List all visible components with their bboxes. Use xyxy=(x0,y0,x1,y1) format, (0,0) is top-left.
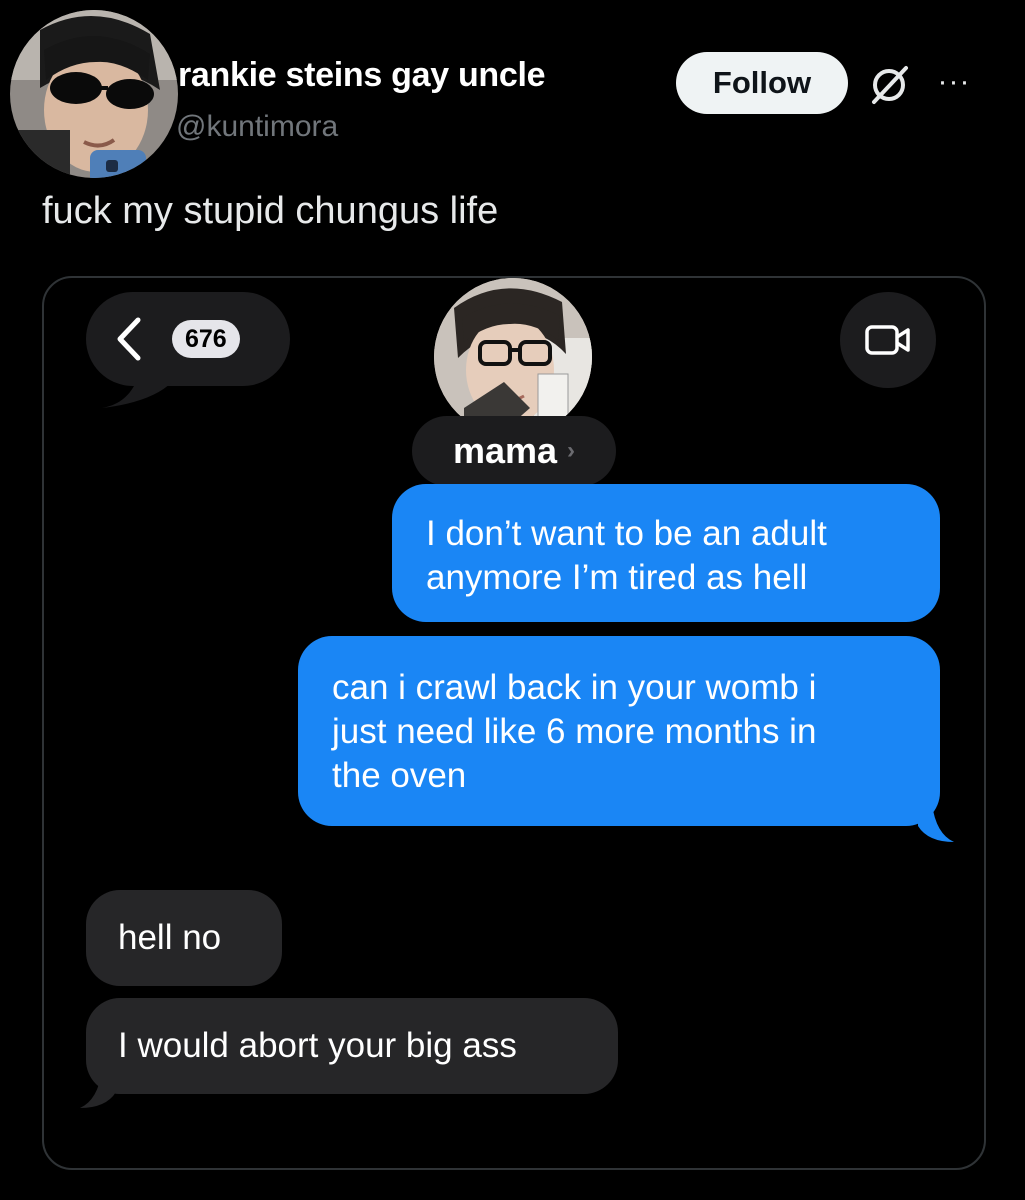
message-line: can i crawl back in your womb i xyxy=(332,668,817,707)
author-avatar[interactable] xyxy=(10,10,178,178)
contact-name: mama xyxy=(452,430,558,471)
grok-icon[interactable] xyxy=(868,62,912,106)
author-handle[interactable]: @kuntimora xyxy=(176,110,338,144)
message-bubble-sent[interactable]: can i crawl back in your womb i just nee… xyxy=(298,636,940,826)
author-avatar-image xyxy=(10,10,178,178)
unread-count-badge: 676 xyxy=(172,320,240,358)
message-bubble-received[interactable]: I would abort your big ass xyxy=(86,998,618,1094)
tweet-media-image[interactable]: 676 mama › I don’t want to be an adult a… xyxy=(42,276,986,1170)
contact-avatar-image xyxy=(434,278,592,436)
message-bubble-received[interactable]: hell no xyxy=(86,890,282,986)
message-line: anymore I’m tired as hell xyxy=(426,558,808,597)
bubble-tail xyxy=(102,382,172,408)
chevron-right-icon: › xyxy=(567,437,576,464)
message-line: I don’t want to be an adult xyxy=(426,514,827,553)
follow-button[interactable]: Follow xyxy=(676,52,848,114)
tweet-text: fuck my stupid chungus life xyxy=(42,190,499,232)
author-display-name[interactable]: rankie steins gay uncle xyxy=(178,56,546,95)
video-camera-icon xyxy=(865,325,910,355)
back-button[interactable]: 676 xyxy=(86,292,290,386)
contact-avatar[interactable] xyxy=(434,278,592,436)
message-bubble-sent[interactable]: I don’t want to be an adult anymore I’m … xyxy=(392,484,940,622)
video-call-button[interactable] xyxy=(840,292,936,388)
contact-name-button[interactable]: mama › xyxy=(412,416,616,486)
more-icon[interactable]: ··· xyxy=(930,60,978,104)
message-line: just need like 6 more months in xyxy=(332,712,817,751)
message-line: I would abort your big ass xyxy=(118,1026,517,1065)
bubble-tail xyxy=(80,1070,116,1108)
message-line: the oven xyxy=(332,756,467,795)
chevron-left-icon xyxy=(117,317,141,361)
message-line: hell no xyxy=(118,918,222,957)
bubble-tail xyxy=(918,804,954,842)
